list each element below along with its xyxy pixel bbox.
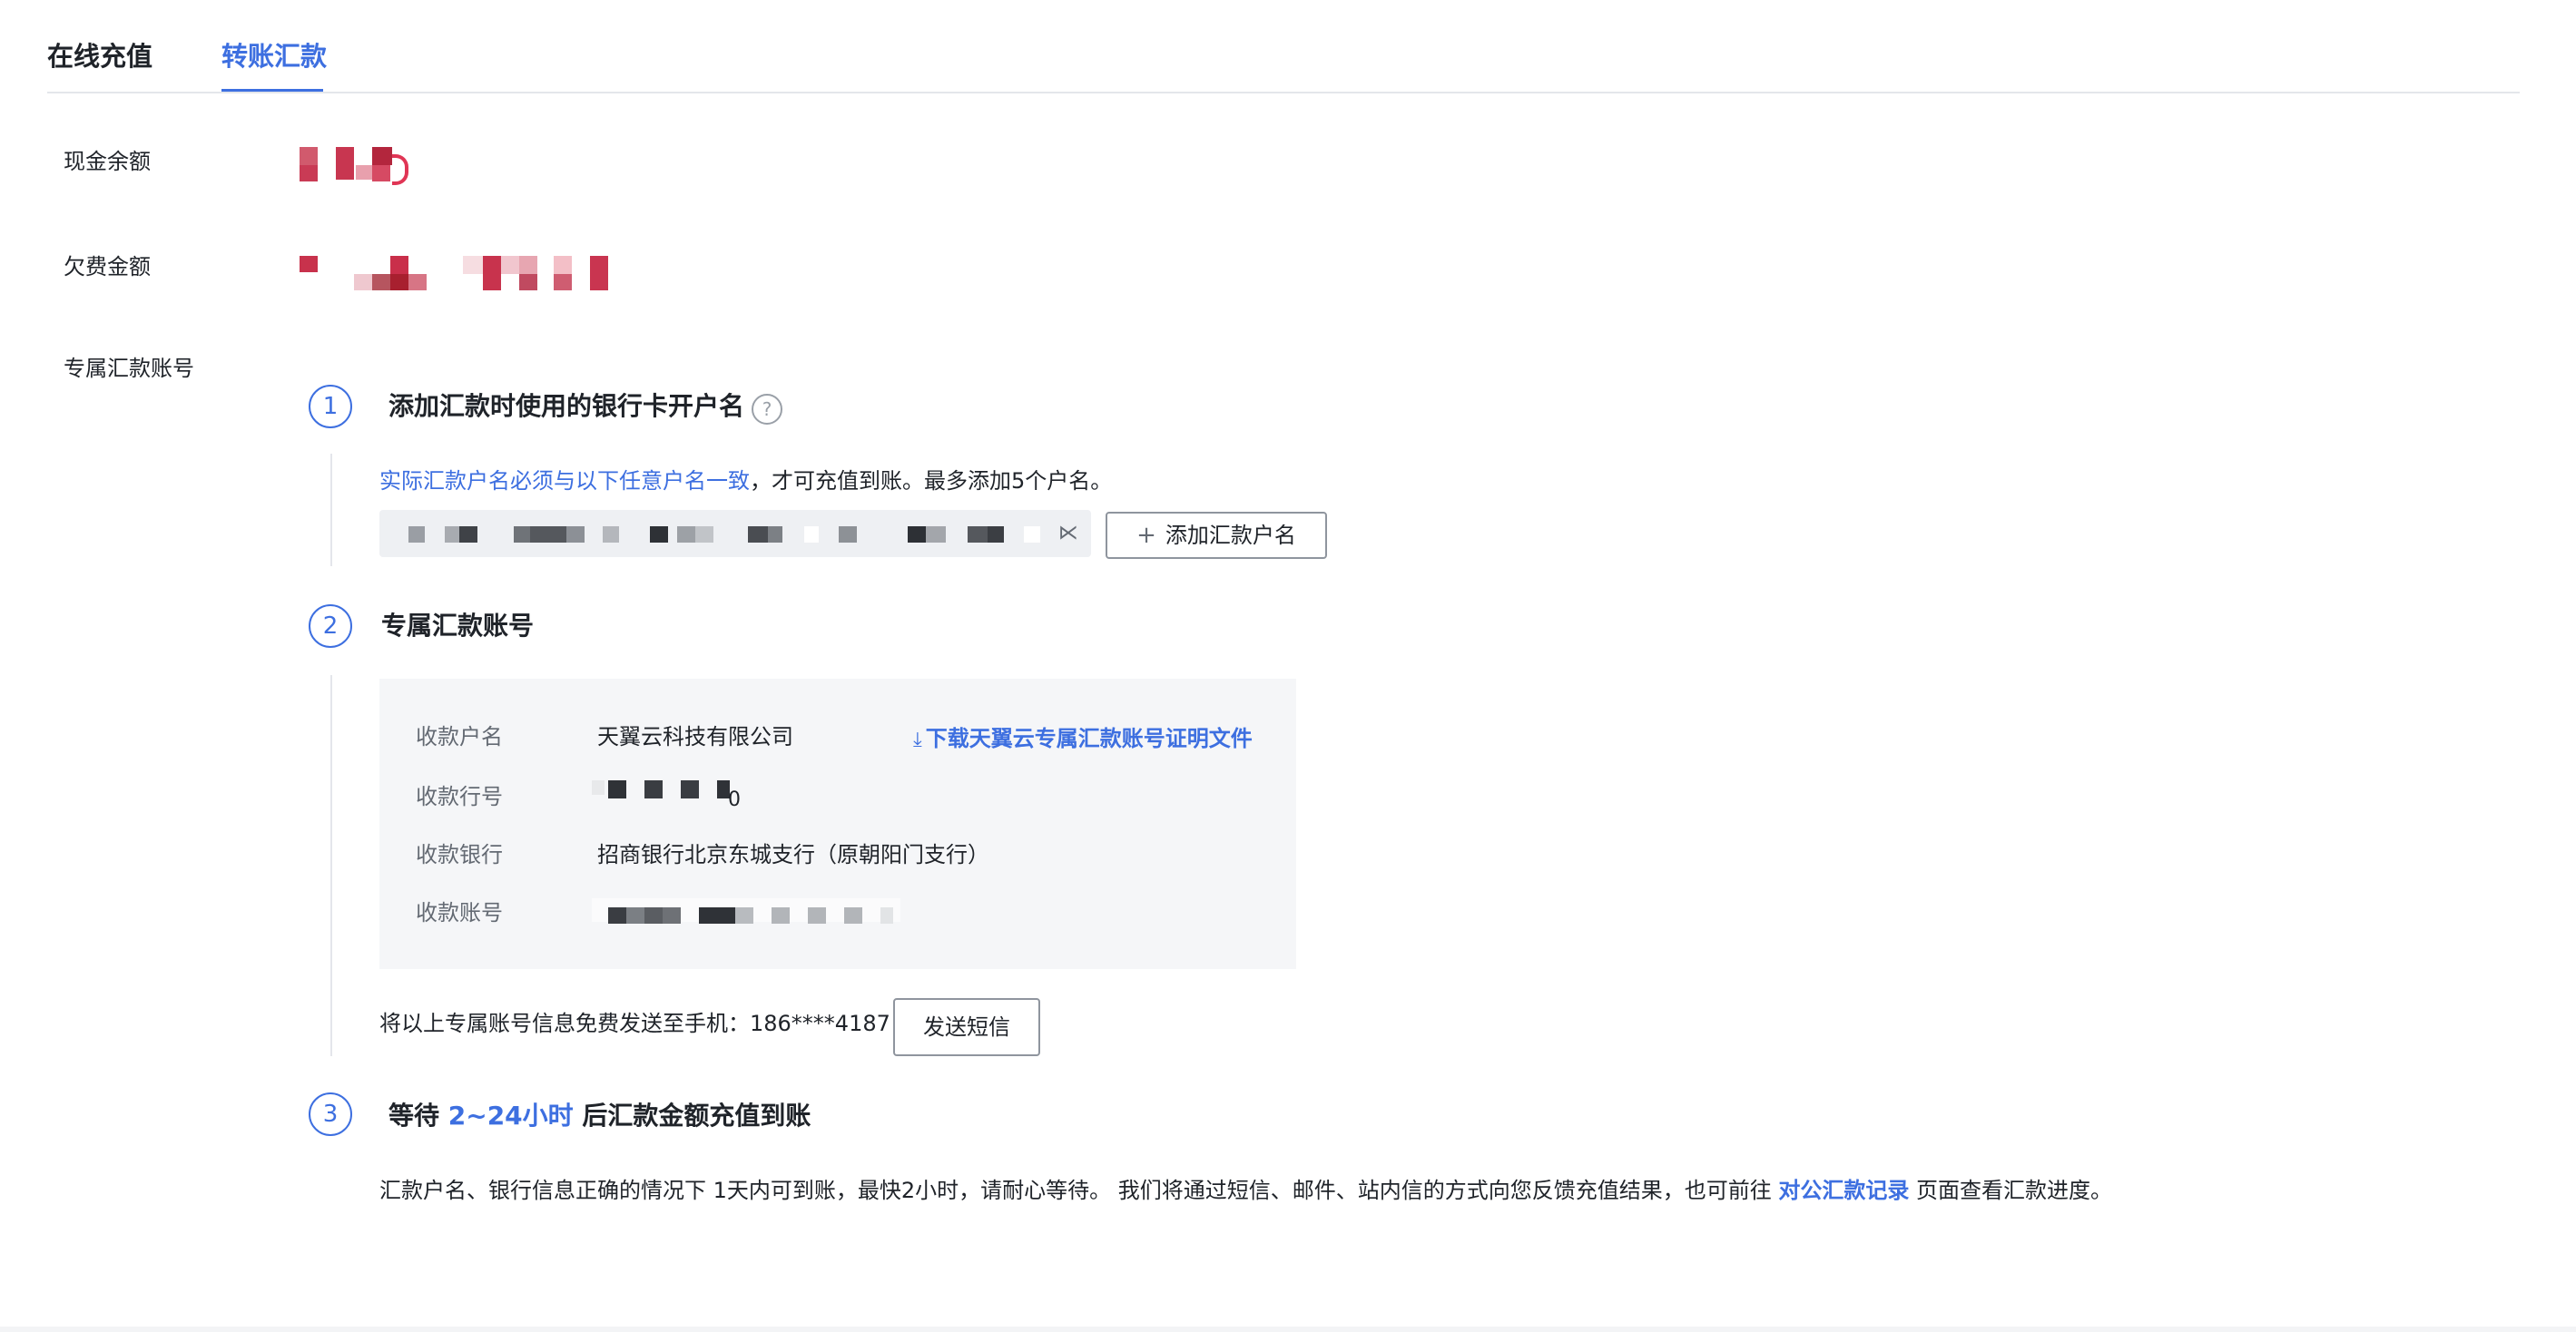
send-sms-button[interactable]: 发送短信 xyxy=(893,998,1040,1056)
step-3-title-highlight: 2~24小时 xyxy=(447,1101,574,1131)
dedicated-account-label: 专属汇款账号 xyxy=(64,356,194,381)
step-1-badge: 1 xyxy=(309,385,352,428)
step-3-title-suffix: 后汇款金额充值到账 xyxy=(573,1101,811,1131)
arrears-amount-value-redacted xyxy=(298,252,615,294)
step-1-connector xyxy=(330,454,332,566)
payee-name-value: 天翼云科技有限公司 xyxy=(597,724,793,749)
account-name-notice: 实际汇款户名必须与以下任意户名一致，才可充值到账。最多添加5个户名。 xyxy=(379,465,1112,497)
corporate-transfer-records-link[interactable]: 对公汇款记录 xyxy=(1778,1178,1909,1203)
step-3-title-prefix: 等待 xyxy=(388,1101,448,1131)
step-1-title: 添加汇款时使用的银行卡开户名 xyxy=(388,391,745,421)
download-icon: ⤓ xyxy=(913,729,922,751)
bank-code-label: 收款行号 xyxy=(416,784,503,809)
step-3-title: 等待 2~24小时 后汇款金额充值到账 xyxy=(388,1096,811,1136)
add-account-name-label: 添加汇款户名 xyxy=(1165,523,1296,548)
arrears-amount-label: 欠费金额 xyxy=(64,254,151,279)
question-circle-icon[interactable]: ? xyxy=(752,394,782,425)
payee-name-label: 收款户名 xyxy=(416,724,503,749)
step-3-badge: 3 xyxy=(309,1092,352,1136)
sms-notice: 将以上专属账号信息免费发送至手机：186****4187 xyxy=(379,1011,890,1036)
step-2-badge: 2 xyxy=(309,604,352,648)
add-account-name-button[interactable]: + 添加汇款户名 xyxy=(1106,512,1327,559)
tab-online-recharge[interactable]: 在线充值 xyxy=(47,36,152,76)
step-3-description-suffix: 页面查看汇款进度。 xyxy=(1909,1178,2113,1203)
step-2-connector xyxy=(330,675,332,1056)
tab-divider xyxy=(47,92,2520,93)
cash-balance-value-redacted xyxy=(298,145,410,185)
bank-value: 招商银行北京东城支行（原朝阳门支行） xyxy=(597,842,989,867)
account-name-tag-redacted xyxy=(407,526,1060,544)
bank-code-value-redacted xyxy=(592,780,744,811)
account-name-notice-rest: ，才可充值到账。最多添加5个户名。 xyxy=(750,468,1113,494)
account-name-notice-highlight: 实际汇款户名必须与以下任意户名一致 xyxy=(379,468,750,494)
bank-label: 收款银行 xyxy=(416,842,503,867)
transfer-page: 在线充值 转账汇款 现金余额 欠费金额 专属汇款账号 1 添加汇款时使用的银行卡… xyxy=(0,0,2576,1327)
bank-code-suffix: 0 xyxy=(728,788,741,811)
tab-bank-transfer[interactable]: 转账汇款 xyxy=(221,36,327,76)
step-2-title: 专属汇款账号 xyxy=(381,611,535,641)
download-certificate-link[interactable]: ⤓ 下载天翼云专属汇款账号证明文件 xyxy=(913,722,1253,757)
remove-tag-icon[interactable]: ⋉ xyxy=(1058,519,1078,548)
download-certificate-label: 下载天翼云专属汇款账号证明文件 xyxy=(925,726,1253,751)
account-number-label: 收款账号 xyxy=(416,900,503,926)
cash-balance-label: 现金余额 xyxy=(64,149,151,174)
step-3-description-prefix: 汇款户名、银行信息正确的情况下 1天内可到账，最快2小时，请耐心等待。 我们将通… xyxy=(379,1178,1779,1203)
account-number-value-redacted xyxy=(592,898,900,926)
plus-icon: + xyxy=(1136,522,1156,549)
step-3-description: 汇款户名、银行信息正确的情况下 1天内可到账，最快2小时，请耐心等待。 我们将通… xyxy=(379,1174,2112,1207)
account-name-tag-list xyxy=(379,510,1091,557)
